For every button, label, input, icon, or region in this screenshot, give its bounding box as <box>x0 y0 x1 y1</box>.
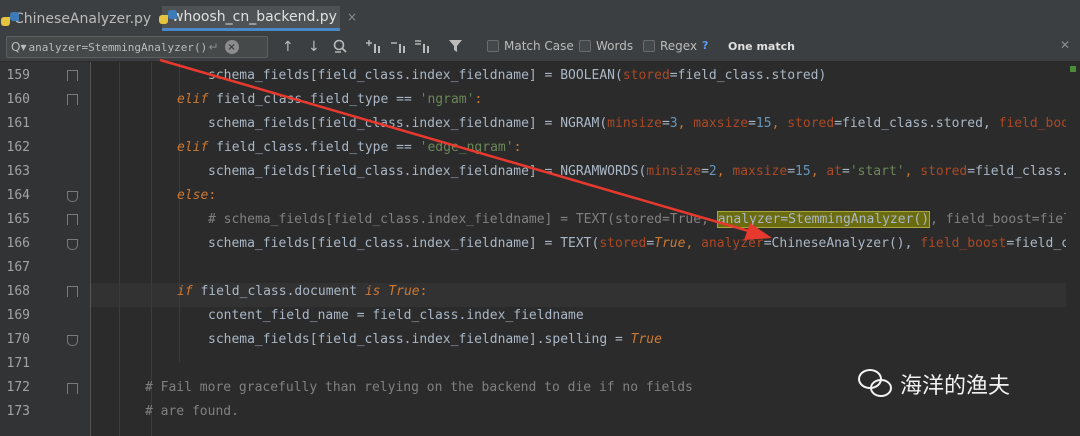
watermark: 海洋的渔夫 <box>858 368 1010 400</box>
watermark-text: 海洋的渔夫 <box>900 374 1011 399</box>
wechat-logo-icon <box>858 369 892 399</box>
